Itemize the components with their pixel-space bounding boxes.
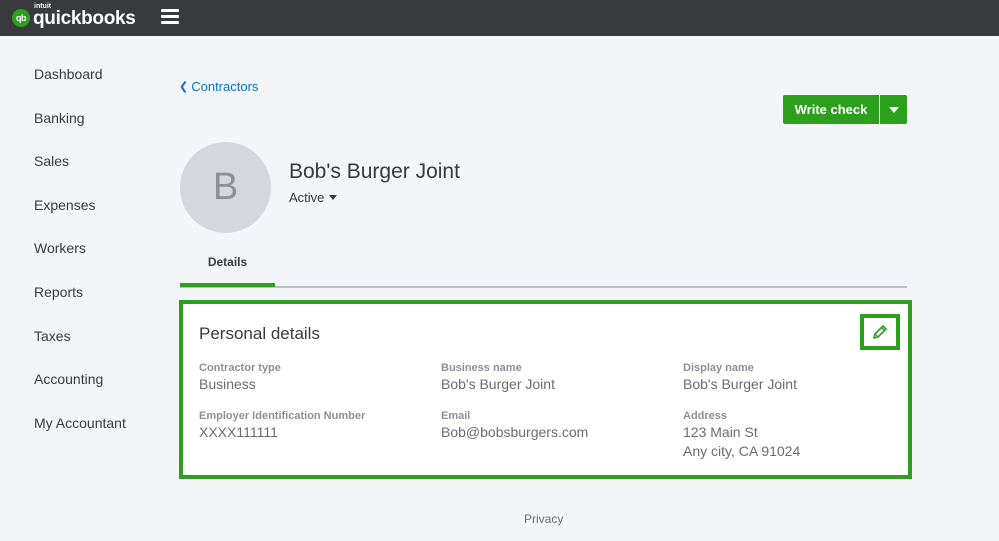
tab-details[interactable]: Details [180, 253, 275, 287]
sidebar-item-taxes[interactable]: Taxes [34, 328, 71, 344]
chevron-left-icon: ❮ [179, 81, 189, 93]
caret-down-icon [888, 106, 899, 113]
breadcrumb-contractors-link[interactable]: ❮ Contractors [179, 79, 258, 94]
contractor-type-value: Business [199, 376, 256, 392]
sidebar-item-sales[interactable]: Sales [34, 153, 69, 169]
edit-personal-details-button[interactable] [860, 314, 900, 350]
top-bar: qb intuit quickbooks [0, 0, 999, 36]
logo-wordmark: intuit quickbooks [33, 3, 136, 30]
sidebar-item-dashboard[interactable]: Dashboard [34, 66, 103, 82]
intuit-label: intuit [34, 3, 52, 10]
display-name-value: Bob's Burger Joint [683, 376, 797, 392]
ein-label: Employer Identification Number [199, 410, 366, 422]
sidebar-item-reports[interactable]: Reports [34, 284, 83, 300]
breadcrumb-label: Contractors [191, 79, 259, 94]
card-title: Personal details [199, 324, 320, 343]
sidebar-item-accounting[interactable]: Accounting [34, 371, 103, 387]
status-label: Active [289, 190, 325, 205]
address-label: Address [683, 410, 728, 422]
tabs-divider [180, 286, 907, 288]
write-check-dropdown-button[interactable] [880, 95, 907, 124]
business-name-value: Bob's Burger Joint [441, 376, 555, 392]
sidebar-item-expenses[interactable]: Expenses [34, 197, 95, 213]
email-label: Email [441, 410, 471, 422]
address-line1: 123 Main St [683, 424, 758, 440]
write-check-split-button: Write check [783, 95, 907, 124]
active-tab-indicator [180, 283, 275, 287]
pencil-icon [873, 325, 887, 339]
qb-logo-icon: qb [12, 9, 30, 27]
avatar: B [180, 142, 271, 233]
hamburger-icon[interactable] [161, 9, 179, 24]
caret-down-icon [329, 195, 338, 200]
quickbooks-logo[interactable]: qb intuit quickbooks [12, 3, 136, 30]
contractor-type-label: Contractor type [199, 362, 281, 374]
sidebar-item-workers[interactable]: Workers [34, 240, 86, 256]
ein-value: XXXX111111 [199, 424, 278, 440]
display-name-label: Display name [683, 362, 754, 374]
page-title: Bob's Burger Joint [289, 160, 460, 183]
privacy-link[interactable]: Privacy [524, 512, 563, 526]
quickbooks-label: quickbooks [33, 8, 136, 29]
write-check-button[interactable]: Write check [783, 95, 879, 124]
email-value: Bob@bobsburgers.com [441, 424, 589, 440]
personal-details-card: Personal details Contractor type Busines… [179, 300, 912, 479]
sidebar-item-my-accountant[interactable]: My Accountant [34, 415, 126, 431]
button-divider [879, 95, 880, 124]
sidebar-item-banking[interactable]: Banking [34, 110, 85, 126]
address-line2: Any city, CA 91024 [683, 443, 801, 459]
business-name-label: Business name [441, 362, 522, 374]
status-dropdown[interactable]: Active [289, 190, 338, 205]
